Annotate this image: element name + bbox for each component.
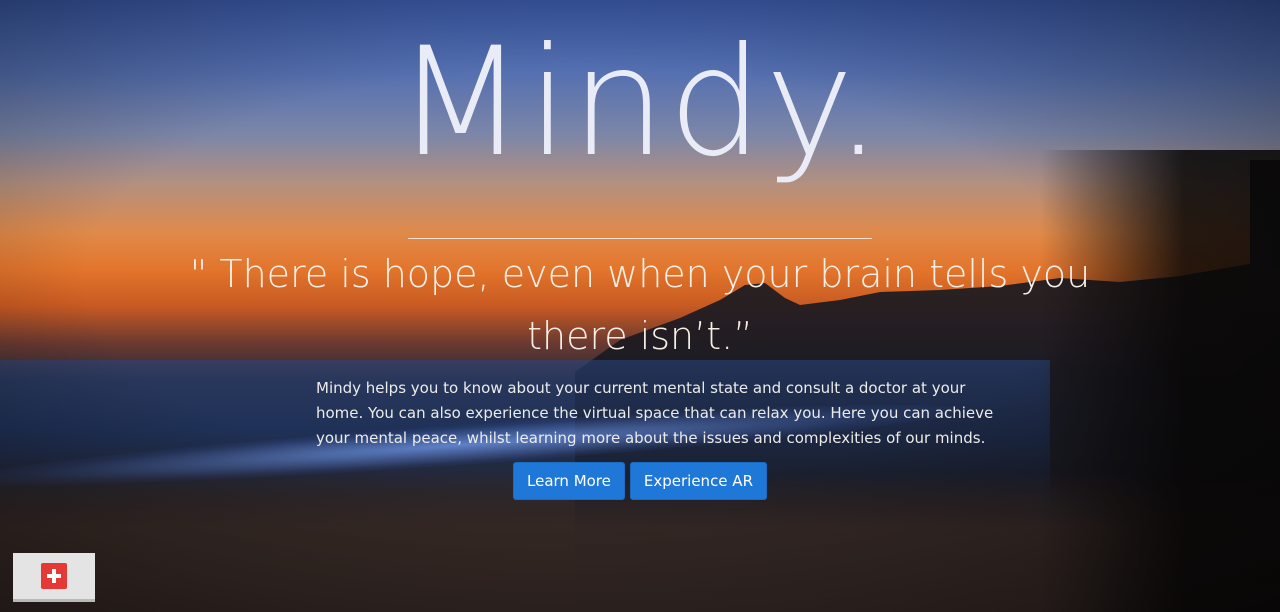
description-line-2: home. You can also experience the virtua… — [316, 404, 994, 422]
hero-actions: Learn More Experience AR — [0, 462, 1280, 500]
quote-line-2: there isn’t.” — [527, 314, 753, 358]
description-line-3: your mental peace, whilst learning more … — [316, 429, 986, 447]
description-line-1: Mindy helps you to know about your curre… — [316, 379, 966, 397]
quote-line-1: " There is hope, even when your brain te… — [189, 252, 1091, 296]
hero-quote: " There is hope, even when your brain te… — [170, 243, 1110, 367]
medical-widget-button[interactable] — [13, 553, 95, 602]
title-divider — [408, 238, 872, 239]
experience-ar-button[interactable]: Experience AR — [629, 462, 767, 500]
medical-cross-icon — [41, 563, 67, 589]
brand-title: Mindy. — [395, 16, 885, 190]
hero-description: Mindy helps you to know about your curre… — [316, 376, 1006, 451]
learn-more-button[interactable]: Learn More — [513, 462, 625, 500]
